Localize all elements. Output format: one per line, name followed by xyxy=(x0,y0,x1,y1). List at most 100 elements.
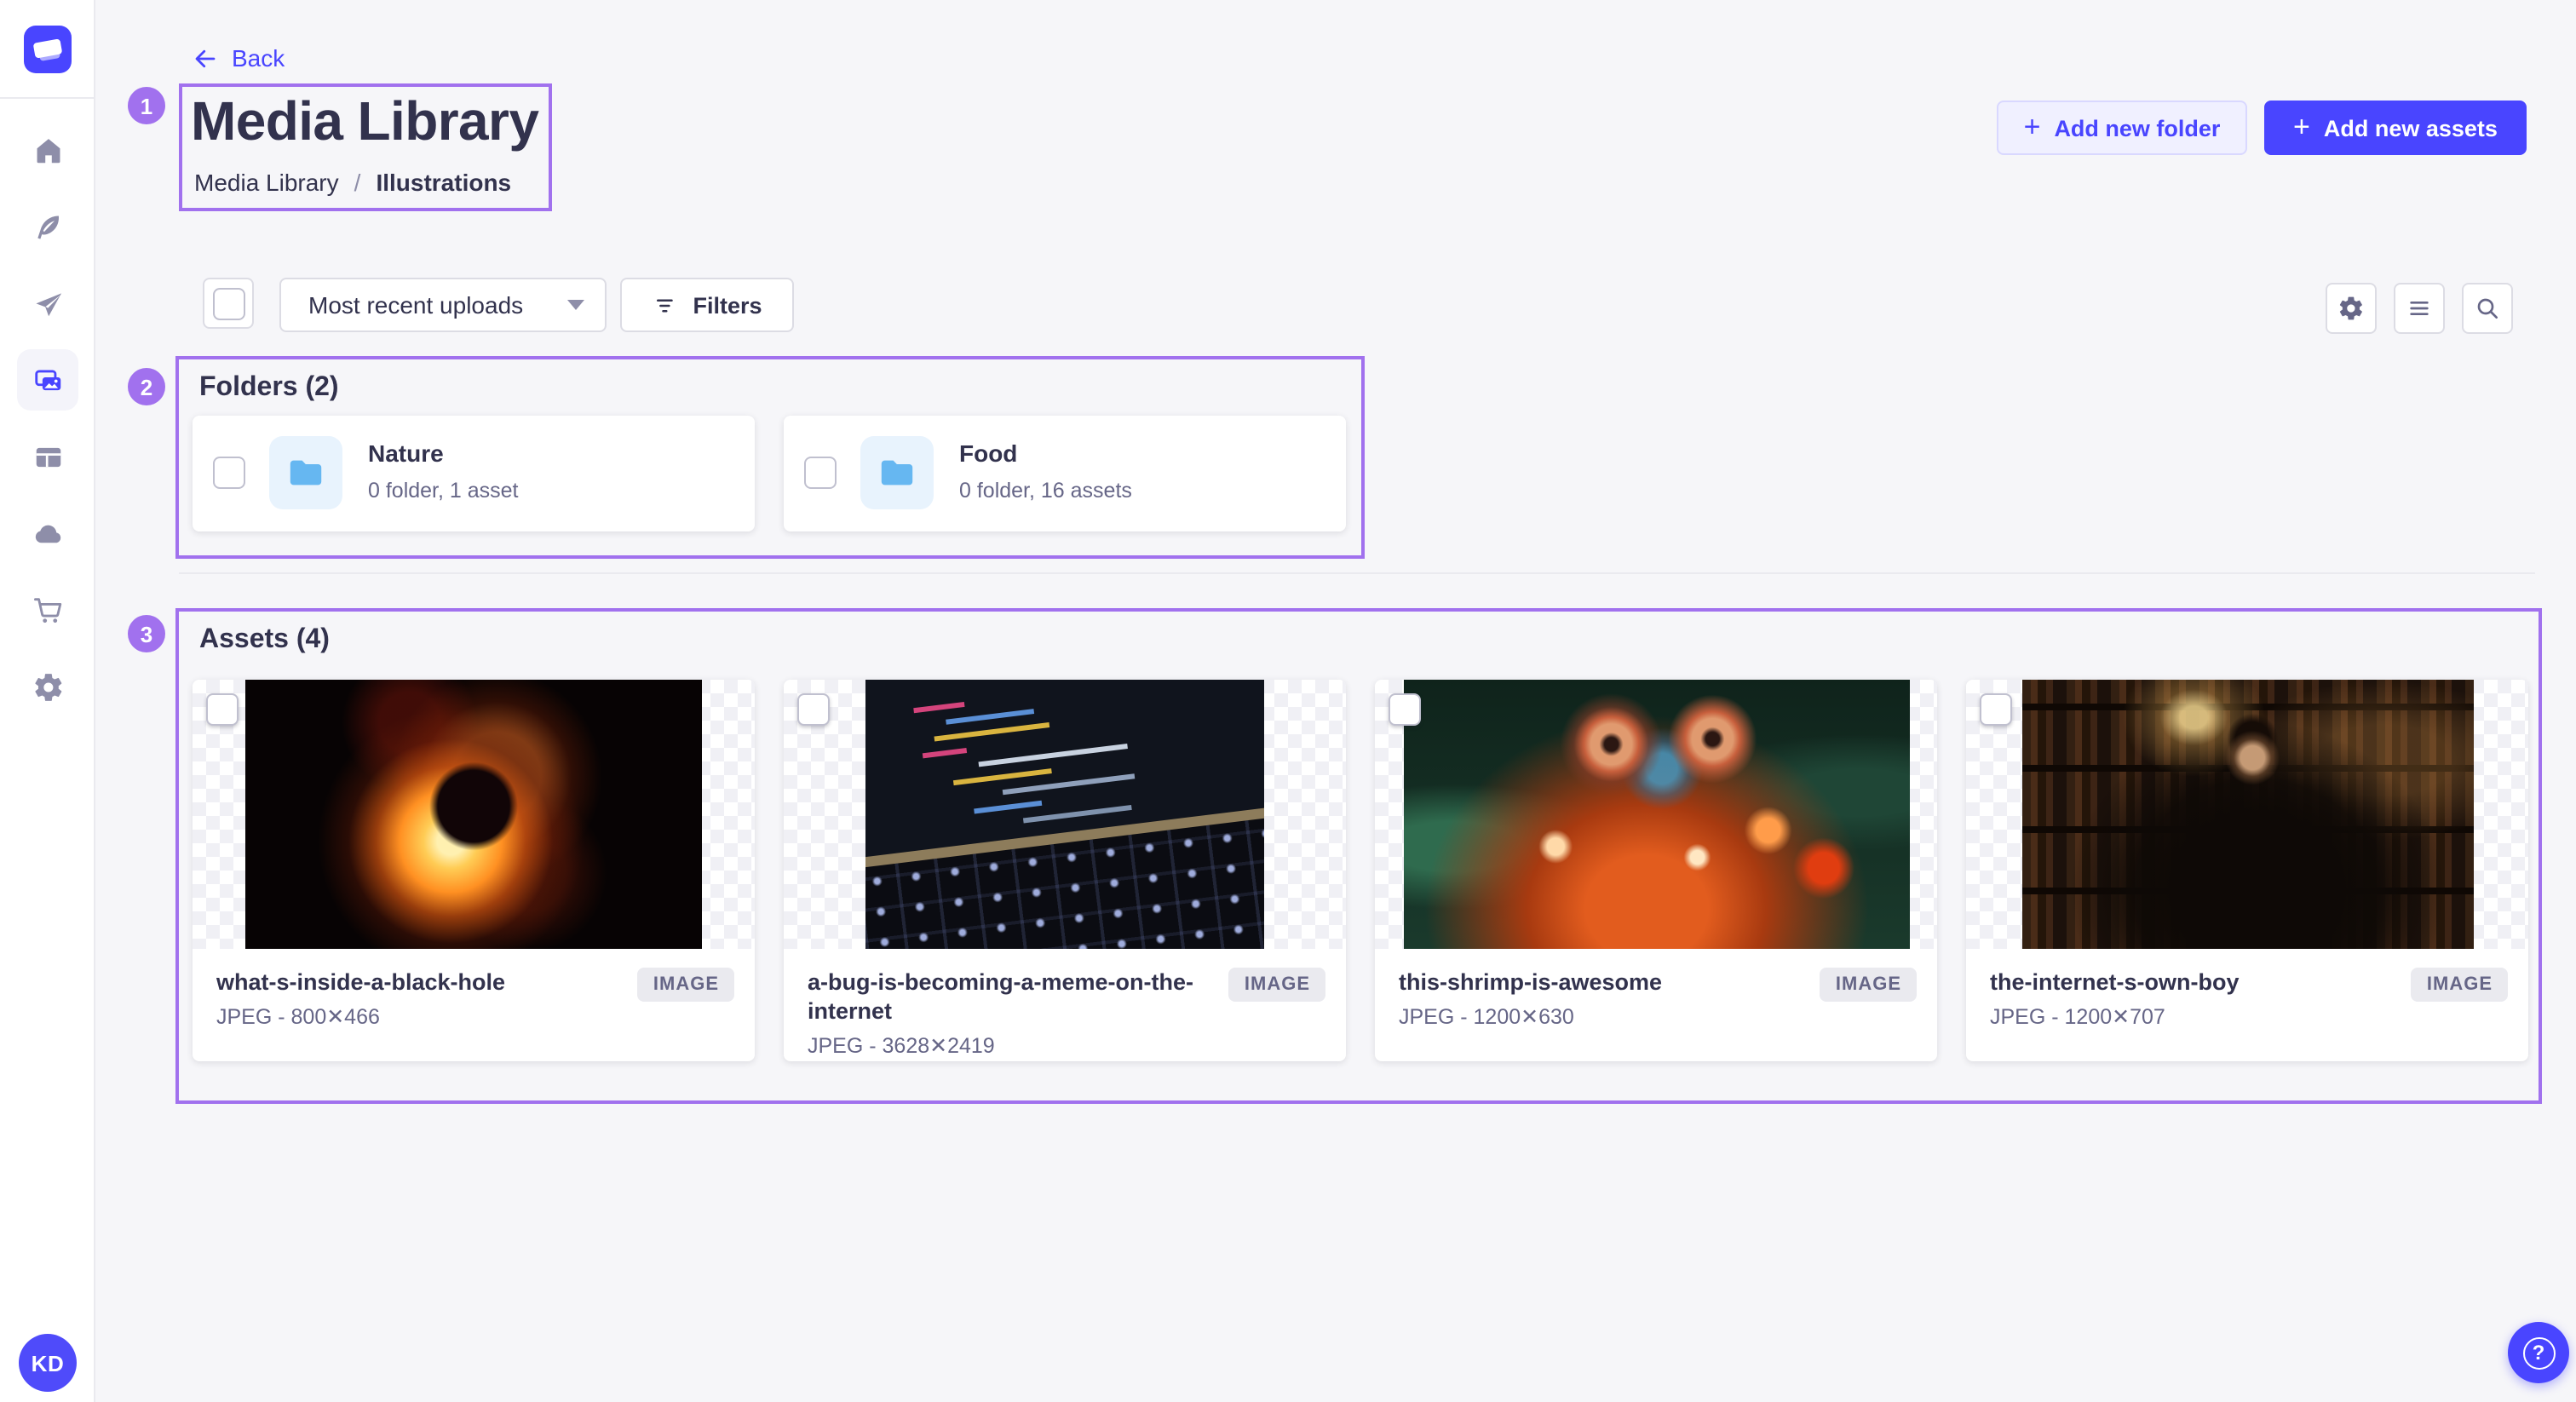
plus-icon: + xyxy=(2293,112,2310,141)
breadcrumb-separator: / xyxy=(354,169,361,196)
folders-heading: Folders (2) xyxy=(199,373,339,404)
asset-meta: JPEG - 1200✕707 xyxy=(1990,1003,2504,1029)
asset-thumbnail xyxy=(1375,680,1937,949)
add-new-folder-button[interactable]: + Add new folder xyxy=(1997,101,2247,155)
feather-icon xyxy=(32,210,64,243)
asset-checkbox[interactable] xyxy=(1980,693,2012,726)
sidebar-item-home[interactable] xyxy=(17,119,78,181)
add-new-assets-button[interactable]: + Add new assets xyxy=(2264,101,2527,155)
filter-icon xyxy=(652,292,677,318)
add-new-assets-label: Add new assets xyxy=(2324,115,2498,141)
asset-type-badge: IMAGE xyxy=(1820,968,1917,1002)
asset-type-badge: IMAGE xyxy=(638,968,734,1002)
filters-label: Filters xyxy=(693,292,762,318)
folder-meta: 0 folder, 16 assets xyxy=(959,479,1132,503)
question-mark-icon: ? xyxy=(2522,1336,2555,1369)
gear-icon xyxy=(2337,295,2365,322)
asset-info: this-shrimp-is-awesome JPEG - 1200✕630 I… xyxy=(1375,949,1937,1029)
cloud-icon xyxy=(32,517,64,549)
filters-button[interactable]: Filters xyxy=(620,278,794,332)
asset-card-internets-own-boy[interactable]: the-internet-s-own-boy JPEG - 1200✕707 I… xyxy=(1966,680,2528,1061)
asset-title: this-shrimp-is-awesome xyxy=(1399,968,1794,997)
plus-icon: + xyxy=(2024,112,2041,141)
folder-icon xyxy=(877,453,917,492)
folder-icon xyxy=(286,453,325,492)
annotation-number-2: 2 xyxy=(128,368,165,405)
sidebar-item-settings[interactable] xyxy=(17,656,78,717)
asset-title: the-internet-s-own-boy xyxy=(1990,968,2385,997)
sort-dropdown[interactable]: Most recent uploads xyxy=(279,278,607,332)
asset-title: a-bug-is-becoming-a-meme-on-the-internet xyxy=(808,968,1203,1026)
list-view-button[interactable] xyxy=(2394,283,2445,334)
folder-name: Food xyxy=(959,440,1017,467)
breadcrumb: Media Library / Illustrations xyxy=(194,169,511,196)
sidebar-item-deploy[interactable] xyxy=(17,503,78,564)
black-hole-photo xyxy=(245,680,702,949)
paper-plane-icon xyxy=(32,287,64,319)
asset-thumbnail xyxy=(1966,680,2528,949)
strapi-logo-shape xyxy=(38,46,60,61)
asset-info: what-s-inside-a-black-hole JPEG - 800✕46… xyxy=(193,949,755,1029)
home-icon xyxy=(32,134,64,166)
strapi-logo[interactable] xyxy=(24,26,72,73)
page-title: Media Library xyxy=(191,89,538,153)
asset-thumbnail xyxy=(193,680,755,949)
asset-meta: JPEG - 3628✕2419 xyxy=(808,1032,1322,1058)
asset-checkbox[interactable] xyxy=(797,693,830,726)
asset-title: what-s-inside-a-black-hole xyxy=(216,968,612,997)
asset-checkbox[interactable] xyxy=(1389,693,1421,726)
folder-checkbox[interactable] xyxy=(804,457,837,489)
laptop-code-photo xyxy=(865,680,1264,949)
folder-card-food[interactable]: Food 0 folder, 16 assets xyxy=(784,416,1346,531)
sidebar-item-releases[interactable] xyxy=(17,273,78,334)
asset-checkbox[interactable] xyxy=(206,693,239,726)
assets-heading: Assets (4) xyxy=(199,625,330,656)
layout-icon xyxy=(32,440,64,473)
back-link[interactable]: Back xyxy=(193,44,285,72)
media-library-icon xyxy=(32,364,64,396)
list-icon xyxy=(2406,295,2433,322)
sidebar-item-marketplace[interactable] xyxy=(17,579,78,641)
asset-type-badge: IMAGE xyxy=(2412,968,2508,1002)
user-avatar[interactable]: KD xyxy=(19,1334,77,1392)
sidebar-item-content-type-builder[interactable] xyxy=(17,426,78,487)
breadcrumb-item-media-library[interactable]: Media Library xyxy=(194,169,339,196)
view-settings-button[interactable] xyxy=(2326,283,2377,334)
folder-meta: 0 folder, 1 asset xyxy=(368,479,519,503)
folder-checkbox[interactable] xyxy=(213,457,245,489)
asset-meta: JPEG - 1200✕630 xyxy=(1399,1003,1913,1029)
asset-thumbnail xyxy=(784,680,1346,949)
help-button[interactable]: ? xyxy=(2508,1322,2569,1383)
folder-icon-tile xyxy=(860,436,934,509)
annotation-number-3: 3 xyxy=(128,615,165,652)
arrow-left-icon xyxy=(193,45,218,71)
folder-name: Nature xyxy=(368,440,444,467)
asset-card-shrimp[interactable]: this-shrimp-is-awesome JPEG - 1200✕630 I… xyxy=(1375,680,1937,1061)
asset-info: the-internet-s-own-boy JPEG - 1200✕707 I… xyxy=(1966,949,2528,1029)
breadcrumb-item-illustrations: Illustrations xyxy=(376,169,511,196)
add-new-folder-label: Add new folder xyxy=(2054,115,2220,141)
asset-type-badge: IMAGE xyxy=(1229,968,1325,1002)
gear-icon xyxy=(32,670,64,703)
sidebar-item-media-library[interactable] xyxy=(17,349,78,411)
media-library-page: KD Back Media Library Media Library / Il… xyxy=(0,0,2576,1402)
section-divider xyxy=(179,572,2535,574)
man-in-library-photo xyxy=(2021,680,2473,949)
select-all-checkbox-button[interactable] xyxy=(203,278,254,329)
select-all-checkbox[interactable] xyxy=(212,287,244,319)
asset-card-bug-meme[interactable]: a-bug-is-becoming-a-meme-on-the-internet… xyxy=(784,680,1346,1061)
mantis-shrimp-photo xyxy=(1403,680,1909,949)
chevron-down-icon xyxy=(567,300,584,310)
annotation-number-1: 1 xyxy=(128,87,165,124)
folder-icon-tile xyxy=(269,436,342,509)
search-button[interactable] xyxy=(2462,283,2513,334)
sidebar-nav xyxy=(0,119,95,717)
cart-icon xyxy=(32,594,64,626)
search-icon xyxy=(2474,295,2501,322)
folder-card-nature[interactable]: Nature 0 folder, 1 asset xyxy=(193,416,755,531)
asset-card-black-hole[interactable]: what-s-inside-a-black-hole JPEG - 800✕46… xyxy=(193,680,755,1061)
asset-info: a-bug-is-becoming-a-meme-on-the-internet… xyxy=(784,949,1346,1058)
sidebar-item-content-manager[interactable] xyxy=(17,196,78,257)
back-label: Back xyxy=(232,44,285,72)
main-nav-sidebar: KD xyxy=(0,0,95,1402)
